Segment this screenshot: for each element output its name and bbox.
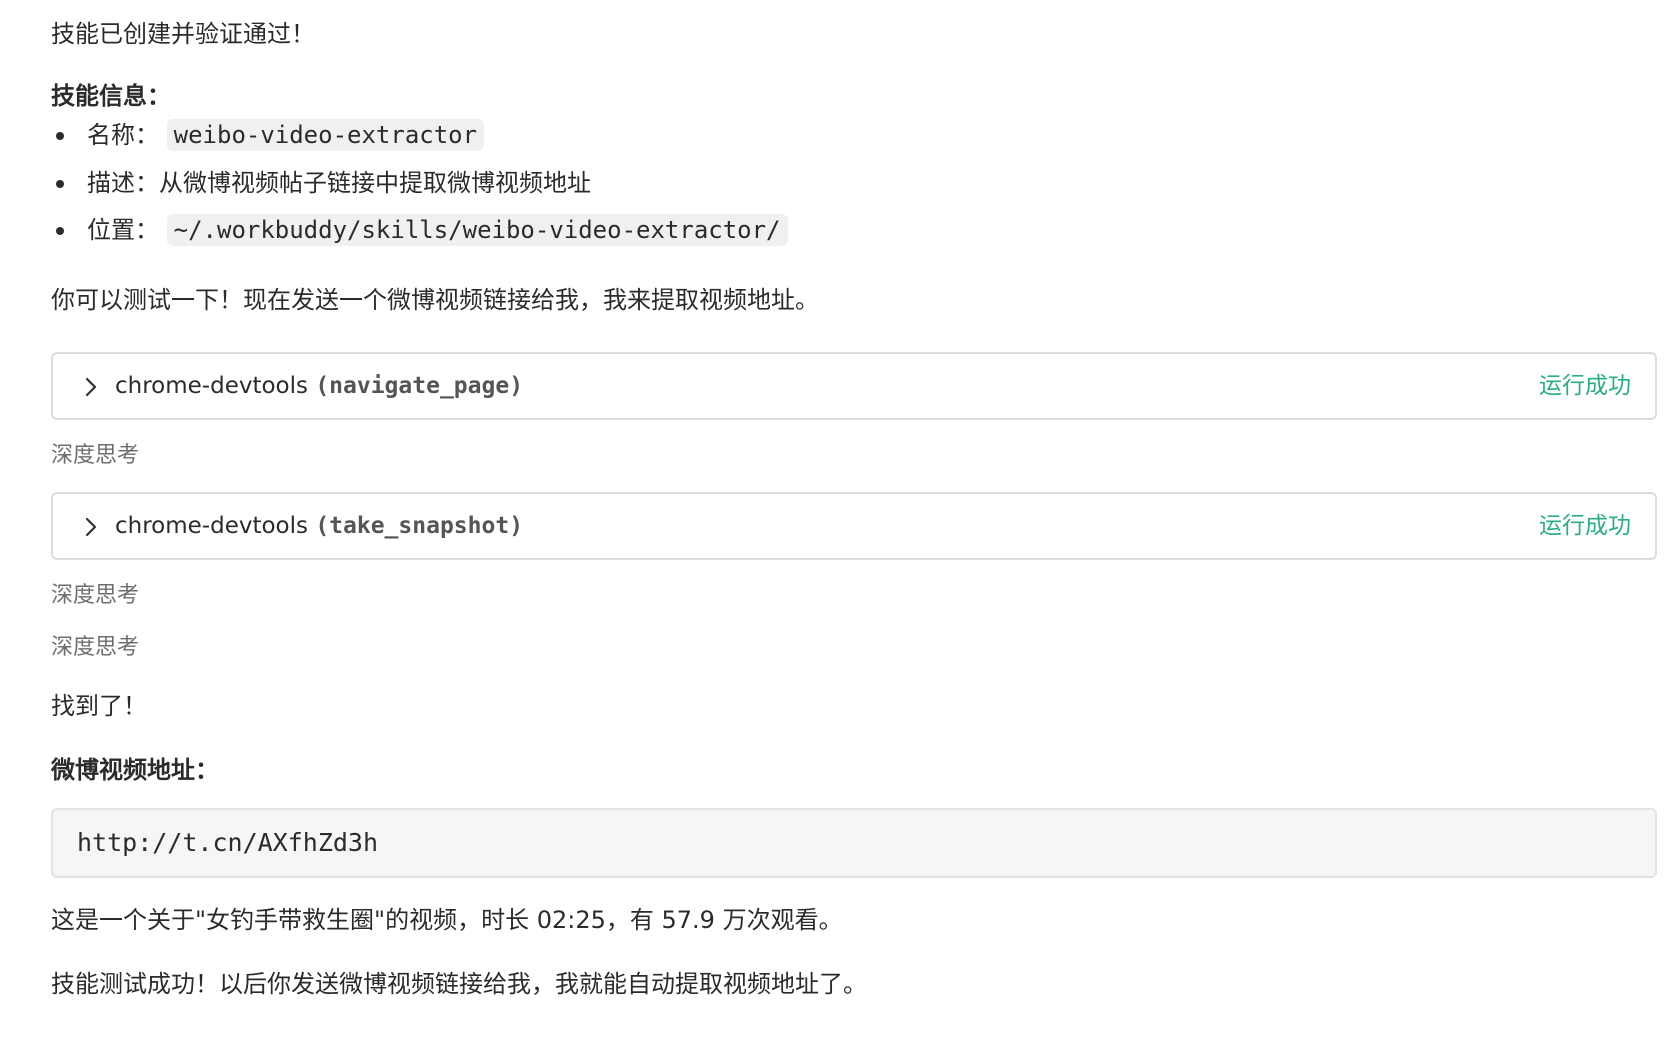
bullet-dot (56, 227, 64, 235)
tool-call-label: chrome-devtools (take_snapshot) (115, 510, 523, 542)
tool-action-paren-close: ) (509, 373, 524, 399)
bullet-dot (56, 132, 64, 140)
chevron-right-icon[interactable] (81, 374, 103, 400)
tool-action-paren-open: ( (315, 513, 330, 539)
skill-description-text: 从微博视频帖子链接中提取微博视频地址 (159, 169, 591, 197)
bullet-dot (56, 180, 64, 188)
video-url-code-block[interactable]: http://t.cn/AXfhZd3h (51, 808, 1657, 878)
skill-name-code: weibo-video-extractor (166, 119, 485, 151)
tool-name: chrome-devtools (115, 373, 308, 399)
skill-name-item: 名称： weibo-video-extractor (56, 117, 485, 153)
tool-call-card-navigate-page[interactable]: chrome-devtools (navigate_page) 运行成功 (51, 352, 1657, 420)
skill-description-item: 描述：从微博视频帖子链接中提取微博视频地址 (56, 165, 591, 201)
skill-location-code: ~/.workbuddy/skills/weibo-video-extracto… (166, 214, 788, 246)
test-prompt-text: 你可以测试一下！现在发送一个微博视频链接给我，我来提取视频地址。 (51, 286, 819, 314)
deep-thinking-label[interactable]: 深度思考 (51, 580, 139, 612)
tool-action-paren-close: ) (509, 513, 524, 539)
intro-text: 技能已创建并验证通过！ (51, 20, 315, 48)
video-description-text: 这是一个关于"女钓手带救生圈"的视频，时长 02:25，有 57.9 万次观看。 (51, 906, 843, 934)
tool-call-label: chrome-devtools (navigate_page) (115, 370, 523, 402)
deep-thinking-label[interactable]: 深度思考 (51, 632, 139, 664)
tool-status-success: 运行成功 (1539, 513, 1631, 539)
chevron-right-icon[interactable] (81, 514, 103, 540)
closing-text: 技能测试成功！以后你发送微博视频链接给我，我就能自动提取视频地址了。 (51, 970, 867, 998)
skill-name-label: 名称： (87, 121, 159, 149)
tool-status-success: 运行成功 (1539, 373, 1631, 399)
video-url-text[interactable]: http://t.cn/AXfhZd3h (77, 826, 378, 860)
tool-name: chrome-devtools (115, 513, 308, 539)
tool-action-name: take_snapshot (329, 513, 510, 539)
skill-location-label: 位置： (87, 216, 159, 244)
skill-location-item: 位置： ~/.workbuddy/skills/weibo-video-extr… (56, 212, 788, 248)
tool-action-name: navigate_page (329, 373, 510, 399)
skill-info-heading: 技能信息： (51, 82, 171, 110)
found-text: 找到了！ (51, 692, 147, 720)
skill-description-label: 描述： (87, 169, 159, 197)
deep-thinking-label[interactable]: 深度思考 (51, 440, 139, 472)
tool-action-paren-open: ( (315, 373, 330, 399)
tool-call-card-take-snapshot[interactable]: chrome-devtools (take_snapshot) 运行成功 (51, 492, 1657, 560)
video-url-heading: 微博视频地址： (51, 756, 219, 784)
